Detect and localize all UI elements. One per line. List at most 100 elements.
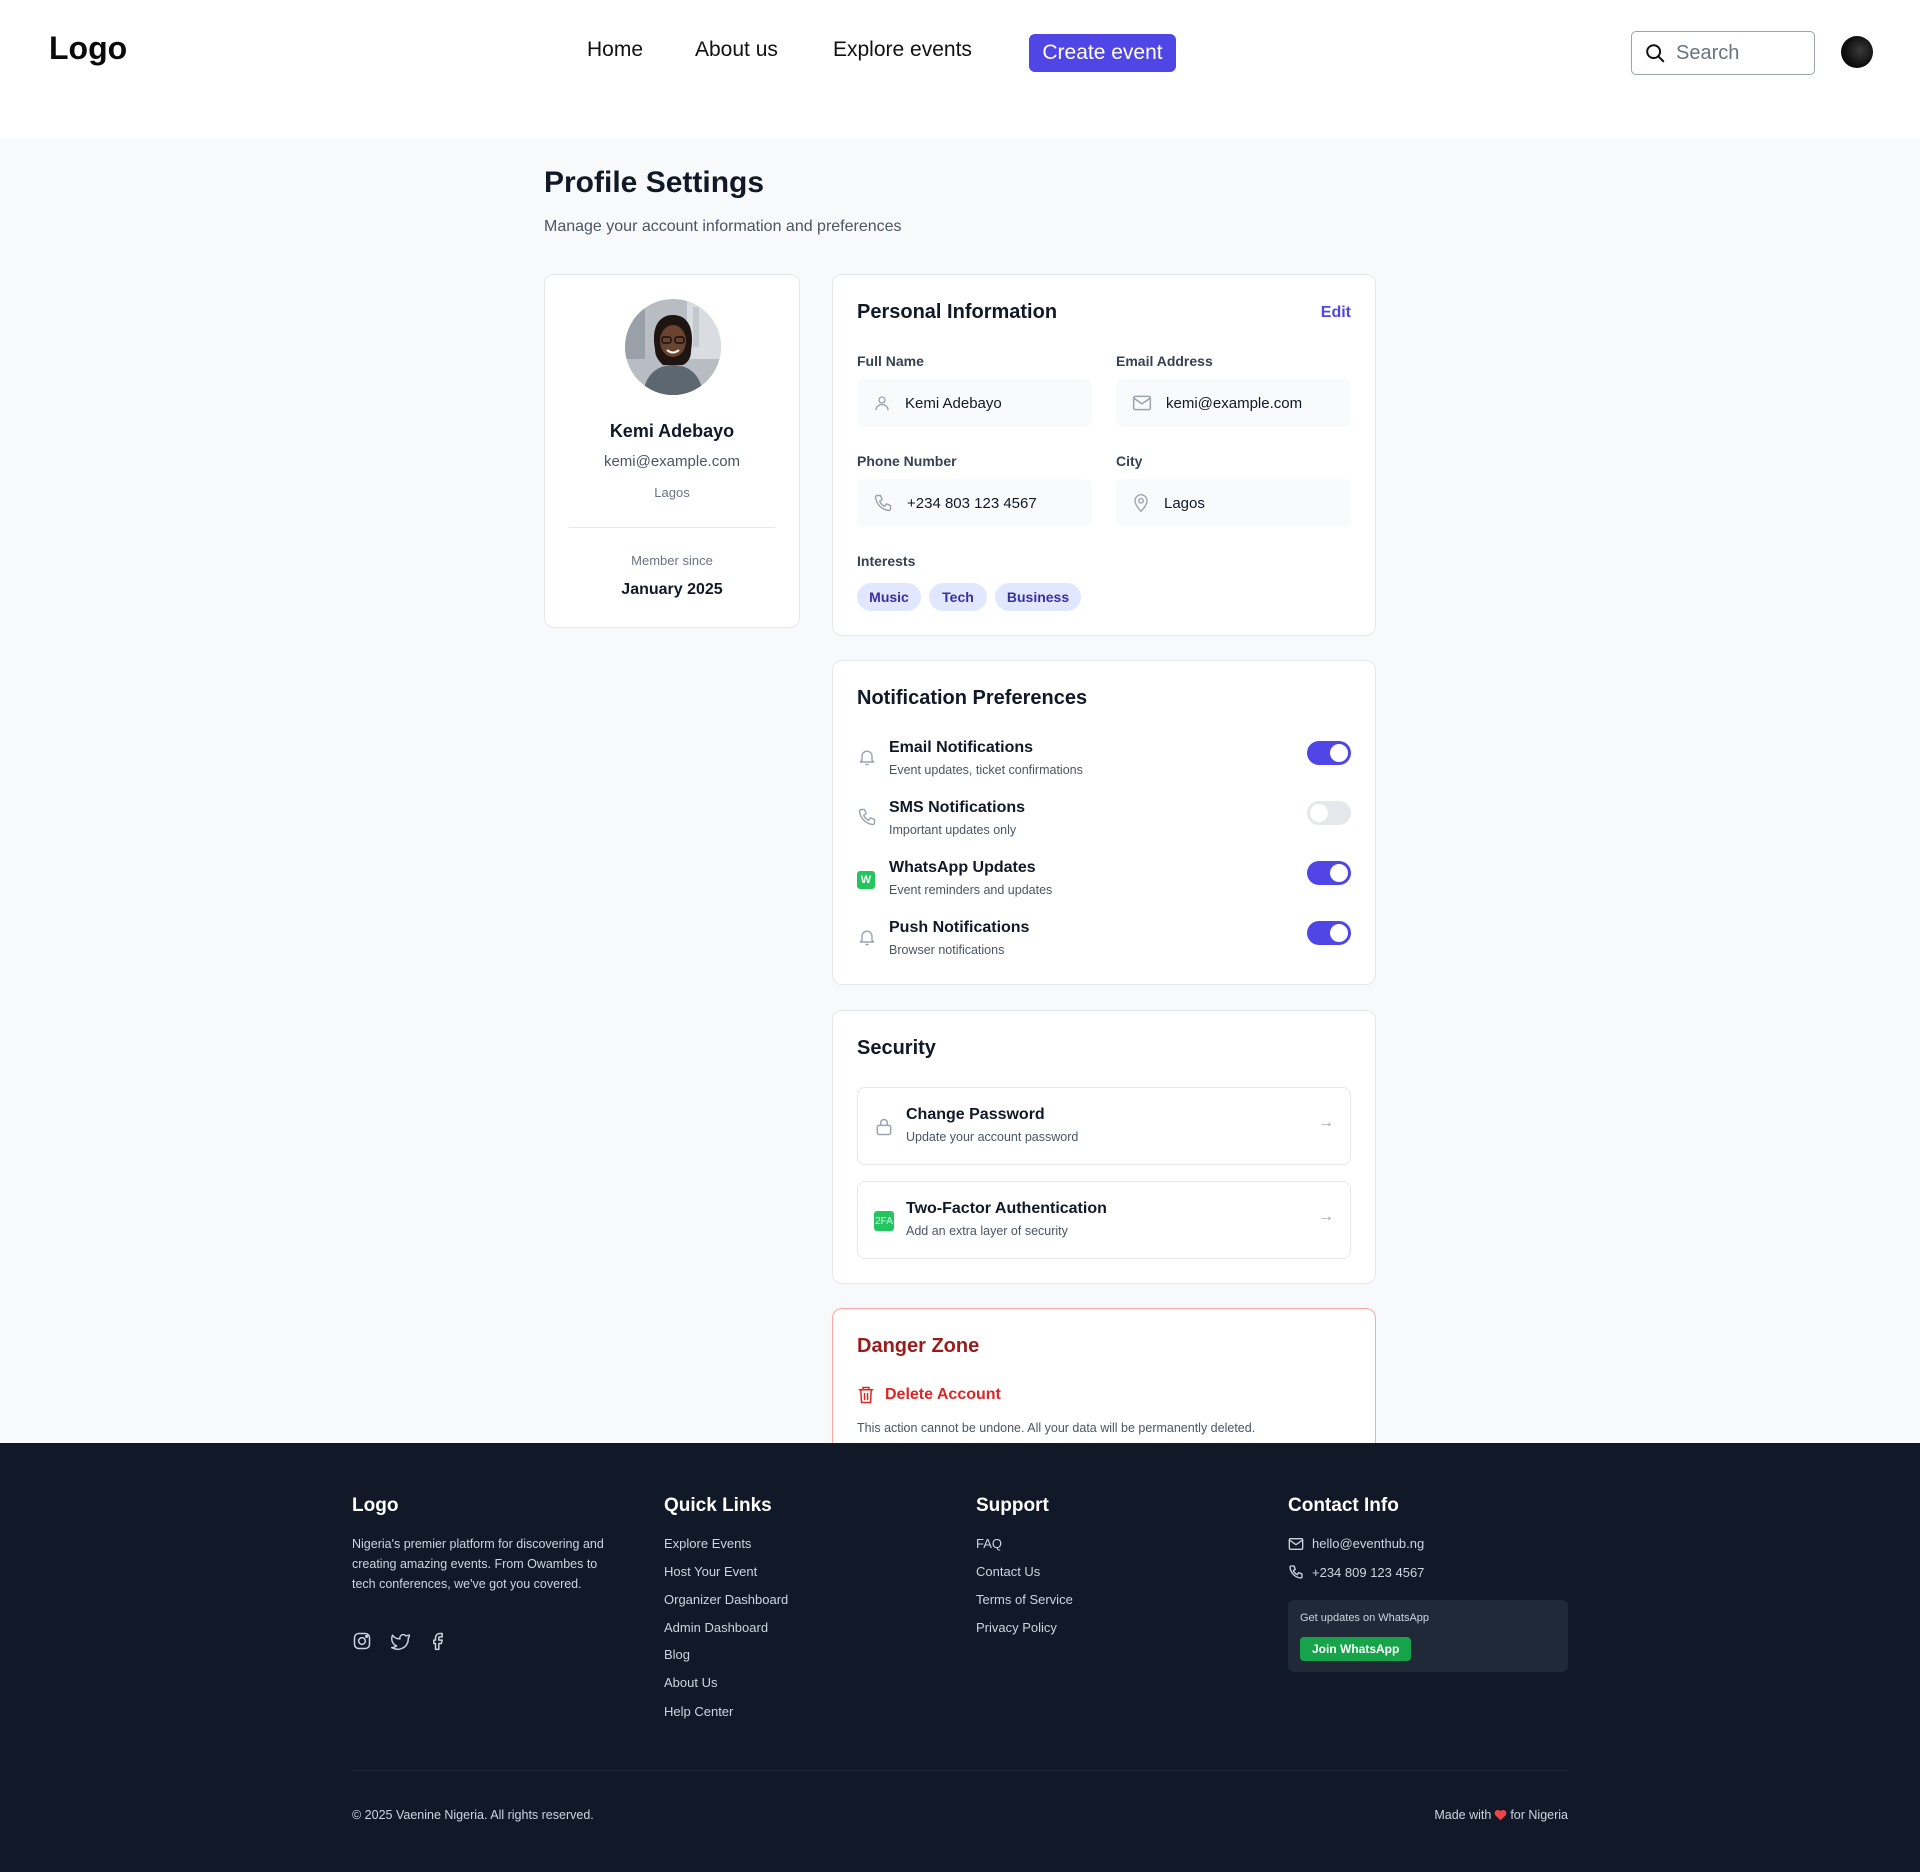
- create-event-button[interactable]: Create event: [1029, 34, 1176, 72]
- bell-icon: [857, 747, 877, 767]
- contact-email[interactable]: hello@eventhub.ng: [1288, 1536, 1424, 1551]
- push-notifications-toggle[interactable]: [1307, 921, 1351, 945]
- whatsapp-badge: W: [857, 871, 875, 889]
- nav-about-link[interactable]: About us: [695, 38, 778, 62]
- footer-made-with: Made with for Nigeria: [1434, 1808, 1568, 1822]
- profile-photo: [625, 299, 721, 395]
- contact-email-value: hello@eventhub.ng: [1312, 1536, 1425, 1551]
- notification-description: Event reminders and updates: [889, 883, 1053, 897]
- search-input[interactable]: [1676, 41, 1806, 65]
- city-value: Lagos: [1164, 494, 1205, 512]
- bell-icon: [857, 927, 877, 947]
- danger-zone-title: Danger Zone: [857, 1335, 980, 1357]
- facebook-icon[interactable]: [428, 1631, 448, 1651]
- footer-link-privacy-policy[interactable]: Privacy Policy: [976, 1620, 1057, 1635]
- phone-icon: [873, 493, 893, 513]
- change-password-item[interactable]: Change Password Update your account pass…: [857, 1087, 1351, 1165]
- change-password-description: Update your account password: [906, 1130, 1079, 1144]
- arrow-right-icon: →: [1318, 1208, 1334, 1225]
- nav-explore-link[interactable]: Explore events: [833, 38, 972, 62]
- toggle-knob: [1330, 744, 1348, 762]
- user-avatar[interactable]: [1841, 36, 1873, 68]
- contact-phone-value: +234 809 123 4567: [1312, 1564, 1425, 1580]
- notification-title: Email Notifications: [889, 739, 1034, 756]
- phone-number-field[interactable]: +234 803 123 4567: [857, 479, 1092, 527]
- footer-link-host-your-event[interactable]: Host Your Event: [664, 1564, 757, 1579]
- profile-summary-card: Kemi Adebayo kemi@example.com Lagos Memb…: [544, 274, 800, 628]
- two-factor-icon: 2FA: [874, 1211, 894, 1231]
- arrow-right-icon: →: [1318, 1114, 1334, 1131]
- made-with-prefix: Made with: [1434, 1808, 1492, 1822]
- two-factor-auth-item[interactable]: 2FA Two-Factor Authentication Add an ext…: [857, 1181, 1351, 1259]
- whatsapp-icon: W: [857, 871, 875, 889]
- delete-account-label: Delete Account: [885, 1386, 1001, 1403]
- whatsapp-signup-box: Get updates on WhatsApp Join WhatsApp: [1288, 1600, 1568, 1672]
- footer-logo[interactable]: Logo: [352, 1495, 398, 1517]
- full-name-label: Full Name: [857, 353, 924, 369]
- email-notifications-toggle[interactable]: [1307, 741, 1351, 765]
- profile-name: Kemi Adebayo: [609, 421, 735, 441]
- member-since-value: January 2025: [621, 581, 723, 598]
- footer-link-blog[interactable]: Blog: [664, 1647, 690, 1662]
- sms-notifications-toggle[interactable]: [1307, 801, 1351, 825]
- interest-chip-business[interactable]: Business: [995, 583, 1081, 611]
- quick-links-title: Quick Links: [664, 1495, 772, 1516]
- edit-button[interactable]: Edit: [1321, 304, 1351, 322]
- footer-divider: [352, 1770, 1568, 1771]
- footer-link-about-us[interactable]: About Us: [664, 1675, 717, 1690]
- social-links: [352, 1631, 448, 1651]
- footer-copyright: © 2025 Vaenine Nigeria. All rights reser…: [352, 1808, 594, 1822]
- delete-account-button[interactable]: Delete Account: [857, 1385, 1001, 1405]
- site-header: Logo Home About us Explore events Create…: [0, 0, 1920, 139]
- map-pin-icon: [1132, 493, 1150, 513]
- footer-link-admin-dashboard[interactable]: Admin Dashboard: [664, 1620, 768, 1635]
- footer-link-contact-us[interactable]: Contact Us: [976, 1564, 1040, 1579]
- email-address-label: Email Address: [1116, 353, 1213, 369]
- nav-home-link[interactable]: Home: [587, 38, 643, 62]
- lock-icon: [874, 1117, 894, 1137]
- instagram-icon[interactable]: [352, 1631, 372, 1651]
- notification-preferences-title: Notification Preferences: [857, 687, 1088, 709]
- full-name-field[interactable]: Kemi Adebayo: [857, 379, 1092, 427]
- footer-link-organizer-dashboard[interactable]: Organizer Dashboard: [664, 1592, 788, 1607]
- email-address-value: kemi@example.com: [1166, 394, 1303, 412]
- interest-chip-music[interactable]: Music: [857, 583, 921, 611]
- join-whatsapp-button[interactable]: Join WhatsApp: [1300, 1637, 1412, 1661]
- notification-title: SMS Notifications: [889, 799, 1026, 816]
- two-factor-badge: 2FA: [874, 1211, 894, 1231]
- twitter-icon[interactable]: [390, 1631, 410, 1651]
- footer-description: Nigeria's premier platform for discoveri…: [352, 1537, 604, 1591]
- search-box[interactable]: [1631, 31, 1815, 75]
- footer-link-terms-of-service[interactable]: Terms of Service: [976, 1592, 1073, 1607]
- two-factor-auth-title: Two-Factor Authentication: [906, 1200, 1107, 1217]
- phone-icon: [857, 807, 877, 827]
- notification-description: Browser notifications: [889, 943, 1005, 957]
- notification-preferences-card: Notification Preferences Email Notificat…: [832, 660, 1376, 985]
- profile-city: Lagos: [654, 485, 690, 500]
- notification-title: WhatsApp Updates: [889, 859, 1036, 876]
- contact-info-title: Contact Info: [1288, 1495, 1399, 1516]
- footer-link-explore-events[interactable]: Explore Events: [664, 1536, 751, 1551]
- security-card: Security Change Password Update your acc…: [832, 1010, 1376, 1284]
- phone-number-value: +234 803 123 4567: [907, 494, 1037, 512]
- whatsapp-updates-toggle[interactable]: [1307, 861, 1351, 885]
- two-factor-auth-description: Add an extra layer of security: [906, 1224, 1068, 1238]
- interest-chip-tech[interactable]: Tech: [929, 583, 987, 611]
- toggle-knob: [1330, 924, 1348, 942]
- city-field[interactable]: Lagos: [1116, 479, 1351, 527]
- full-name-value: Kemi Adebayo: [905, 394, 1002, 412]
- footer-link-faq[interactable]: FAQ: [976, 1536, 1002, 1551]
- made-with-suffix: for Nigeria: [1510, 1808, 1568, 1822]
- notification-title: Push Notifications: [889, 919, 1030, 936]
- support-title: Support: [976, 1495, 1049, 1516]
- notification-description: Event updates, ticket confirmations: [889, 763, 1083, 777]
- personal-information-title: Personal Information: [857, 301, 1058, 323]
- personal-information-card: Personal Information Edit Full Name Kemi…: [832, 274, 1376, 636]
- contact-phone[interactable]: +234 809 123 4567: [1288, 1564, 1424, 1580]
- page-title: Profile Settings: [544, 166, 765, 199]
- email-address-field[interactable]: kemi@example.com: [1116, 379, 1351, 427]
- page-subtitle: Manage your account information and pref…: [544, 218, 902, 235]
- phone-icon: [1288, 1564, 1304, 1580]
- footer-link-help-center[interactable]: Help Center: [664, 1704, 733, 1719]
- user-icon: [873, 394, 891, 412]
